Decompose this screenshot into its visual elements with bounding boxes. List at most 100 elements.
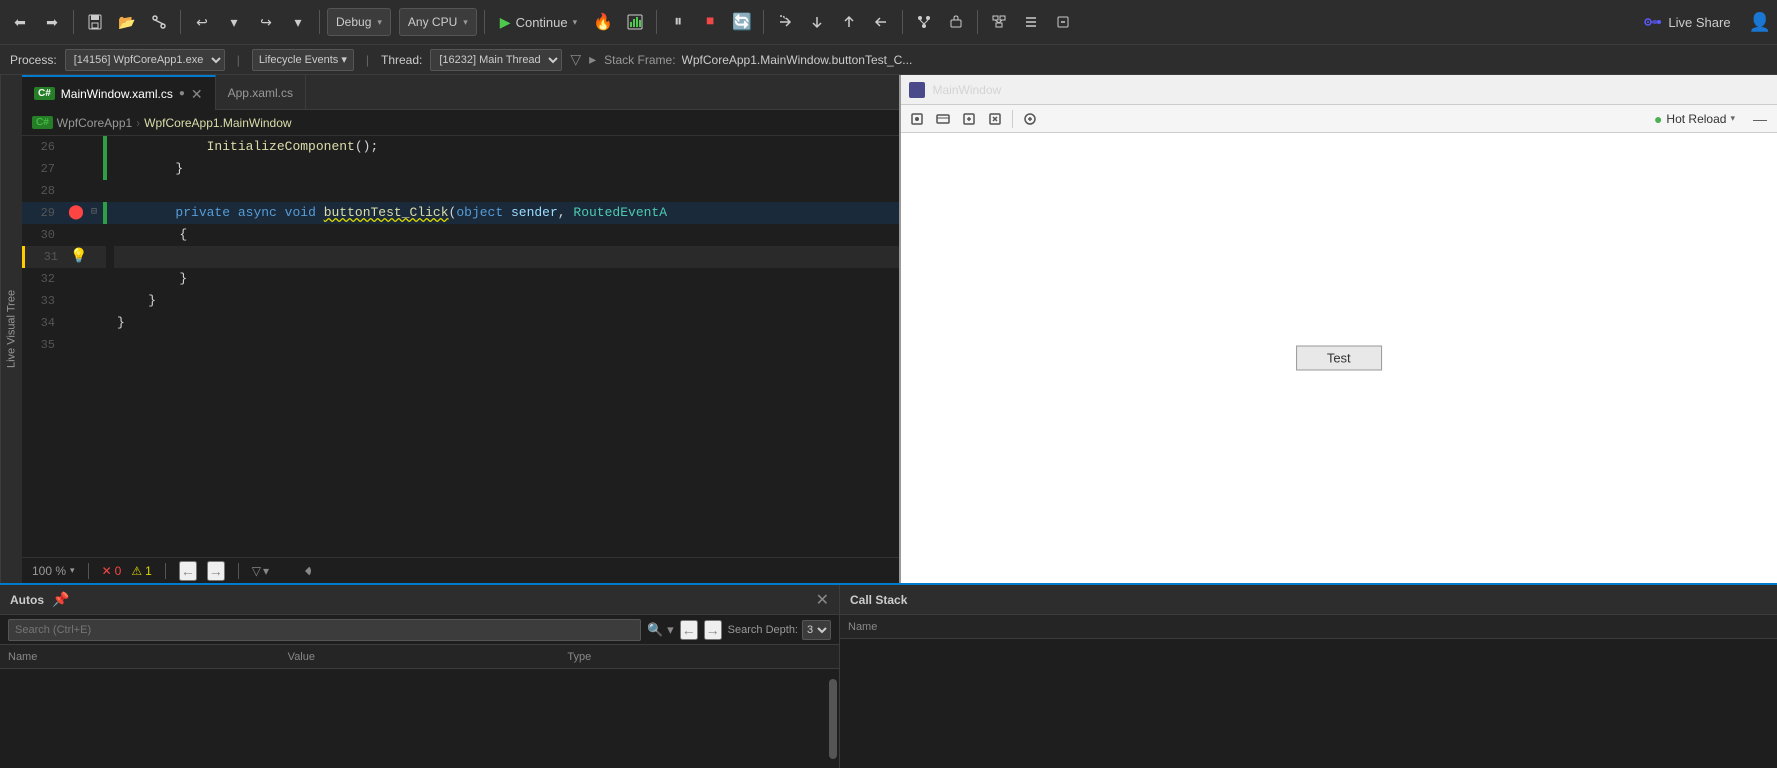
continue-arrow: ▾ bbox=[573, 17, 578, 28]
tab1-close-btn[interactable]: ✕ bbox=[191, 87, 203, 101]
toolbar-sep-5 bbox=[656, 10, 657, 34]
lifecycle-events-btn[interactable]: Lifecycle Events ▾ bbox=[252, 49, 354, 71]
left-vtab-label: Live Visual Tree bbox=[6, 290, 18, 368]
top-toolbar: ⬅ ➡ 📂 ↩ ▾ ↪ ▾ Debug ▾ Any CPU ▾ ▶ Contin… bbox=[0, 0, 1777, 45]
wpf-content-area: Test bbox=[901, 133, 1777, 583]
undo-btn[interactable]: ↩ bbox=[188, 7, 216, 37]
code-map-btn[interactable] bbox=[985, 7, 1013, 37]
expand-all-btn[interactable] bbox=[1017, 7, 1045, 37]
undo-dropdown-btn[interactable]: ▾ bbox=[220, 7, 248, 37]
wpf-panel-collapse-btn[interactable]: — bbox=[1747, 111, 1773, 127]
wpf-tb-sep1 bbox=[1012, 110, 1013, 128]
error-count: 0 bbox=[115, 564, 122, 578]
cpu-dropdown[interactable]: Any CPU ▾ bbox=[399, 8, 477, 36]
wpf-test-button[interactable]: Test bbox=[1296, 346, 1382, 371]
autos-close-btn[interactable]: ✕ bbox=[816, 590, 829, 610]
nav-forward-btn[interactable]: ➡ bbox=[38, 7, 66, 37]
editor-area: C# MainWindow.xaml.cs ● ✕ App.xaml.cs C#… bbox=[22, 75, 899, 583]
step-out-btn[interactable] bbox=[835, 7, 863, 37]
stop-btn[interactable]: ⏹ bbox=[696, 7, 724, 37]
tab-app-xaml-cs[interactable]: App.xaml.cs bbox=[216, 75, 306, 110]
toolbar-sep-2 bbox=[180, 10, 181, 34]
autos-search-input[interactable] bbox=[8, 619, 641, 641]
error-btn[interactable]: ✕ 0 bbox=[102, 564, 122, 578]
user-profile-btn[interactable]: 👤 bbox=[1749, 12, 1771, 33]
autos-scroll-area[interactable] bbox=[0, 669, 839, 768]
code-line-34: 34 } bbox=[22, 312, 899, 334]
process-label: Process: bbox=[10, 53, 57, 67]
exception-btn[interactable] bbox=[942, 7, 970, 37]
wpf-tb-btn3[interactable] bbox=[957, 108, 981, 130]
toolbar-sep-3 bbox=[319, 10, 320, 34]
fwd-nav-btn[interactable]: → bbox=[207, 561, 225, 581]
back-nav-btn[interactable]: ← bbox=[179, 561, 197, 581]
breadcrumb-class: WpfCoreApp1.MainWindow bbox=[144, 116, 291, 130]
step-back-btn[interactable] bbox=[867, 7, 895, 37]
thread-btn[interactable] bbox=[910, 7, 938, 37]
autos-table-header: Name Value Type bbox=[0, 645, 839, 669]
live-visual-tree-tab[interactable]: Live Visual Tree bbox=[0, 75, 22, 583]
wpf-titlebar: MainWindow bbox=[901, 75, 1777, 105]
filter2-btn[interactable]: ▸ bbox=[589, 51, 596, 68]
wpf-tb-btn5[interactable] bbox=[1018, 108, 1042, 130]
wpf-app-icon bbox=[909, 82, 925, 98]
live-share-icon bbox=[1644, 16, 1662, 28]
step-over-btn[interactable] bbox=[771, 7, 799, 37]
nav-back-btn[interactable]: ⬅ bbox=[6, 7, 34, 37]
flame-btn[interactable]: 🔥 bbox=[589, 7, 617, 37]
collapse-all-btn[interactable] bbox=[1049, 7, 1077, 37]
debug-mode-dropdown[interactable]: Debug ▾ bbox=[327, 8, 391, 36]
call-stack-header: Call Stack bbox=[840, 585, 1777, 615]
process-bar: Process: [14156] WpfCoreApp1.exe | Lifec… bbox=[0, 45, 1777, 75]
restart-btn[interactable]: 🔄 bbox=[728, 7, 756, 37]
scroll-btn[interactable] bbox=[299, 565, 311, 577]
process-select[interactable]: [14156] WpfCoreApp1.exe bbox=[65, 49, 225, 71]
save-btn[interactable] bbox=[81, 7, 109, 37]
tab1-modified-dot: ● bbox=[179, 88, 185, 99]
debug-mode-arrow: ▾ bbox=[377, 17, 382, 28]
editor-breadcrumb: C# WpfCoreApp1 › WpfCoreApp1.MainWindow bbox=[22, 110, 899, 136]
filter-status-btn[interactable]: ▽ ▾ bbox=[252, 564, 269, 578]
redo-dropdown-btn[interactable]: ▾ bbox=[284, 7, 312, 37]
autos-fwd-btn[interactable]: → bbox=[704, 620, 722, 640]
zoom-arrow: ▾ bbox=[70, 565, 75, 576]
lifecycle-label: Lifecycle Events bbox=[259, 54, 338, 66]
toolbar-sep-6 bbox=[763, 10, 764, 34]
filter-btn[interactable]: ▽ bbox=[570, 51, 581, 68]
autos-panel: Autos 📌 ✕ 🔍 ▾ ← → Search Depth: 3 Name bbox=[0, 585, 840, 768]
pause-btn[interactable]: ⏸ bbox=[664, 7, 692, 37]
continue-btn[interactable]: ▶ Continue ▾ bbox=[492, 8, 585, 36]
step-into-btn[interactable] bbox=[803, 7, 831, 37]
redo-btn[interactable]: ↪ bbox=[252, 7, 280, 37]
autos-search-btn[interactable]: 🔍 ▾ bbox=[647, 622, 673, 638]
source-control-btn[interactable] bbox=[145, 7, 173, 37]
col-type-label: Type bbox=[567, 651, 591, 663]
wpf-tb-btn4[interactable] bbox=[983, 108, 1007, 130]
open-btn[interactable]: 📂 bbox=[113, 7, 141, 37]
error-icon: ✕ bbox=[102, 564, 112, 578]
autos-pin-btn[interactable]: 📌 bbox=[52, 591, 69, 608]
call-stack-scroll[interactable] bbox=[840, 639, 1777, 768]
autos-scrollbar[interactable] bbox=[829, 679, 837, 759]
code-line-33: 33 } bbox=[22, 290, 899, 312]
depth-select[interactable]: 3 bbox=[802, 620, 831, 640]
breadcrumb-project: WpfCoreApp1 bbox=[57, 116, 132, 130]
tab-mainwindow-xaml-cs[interactable]: C# MainWindow.xaml.cs ● ✕ bbox=[22, 75, 216, 110]
wpf-tb-btn1[interactable] bbox=[905, 108, 929, 130]
cpu-arrow: ▾ bbox=[463, 17, 468, 28]
thread-select[interactable]: [16232] Main Thread bbox=[430, 49, 562, 71]
code-editor[interactable]: 26 InitializeComponent(); 27 } bbox=[22, 136, 899, 557]
toolbar-sep-8 bbox=[977, 10, 978, 34]
toolbar-sep-4 bbox=[484, 10, 485, 34]
profiler-btn[interactable] bbox=[621, 7, 649, 37]
code-line-31: 31 💡 bbox=[22, 246, 899, 268]
wpf-tb-btn2[interactable] bbox=[931, 108, 955, 130]
wpf-test-btn-label: Test bbox=[1327, 351, 1351, 366]
zoom-control[interactable]: 100 % ▾ bbox=[32, 564, 75, 578]
warning-btn[interactable]: ⚠ 1 bbox=[131, 564, 151, 578]
live-share-btn[interactable]: Live Share bbox=[1636, 15, 1738, 30]
col-value-label: Value bbox=[288, 651, 315, 663]
hot-reload-btn[interactable]: ● Hot Reload ▾ bbox=[1648, 111, 1741, 127]
autos-back-btn[interactable]: ← bbox=[680, 620, 698, 640]
code-line-32: 32 } bbox=[22, 268, 899, 290]
